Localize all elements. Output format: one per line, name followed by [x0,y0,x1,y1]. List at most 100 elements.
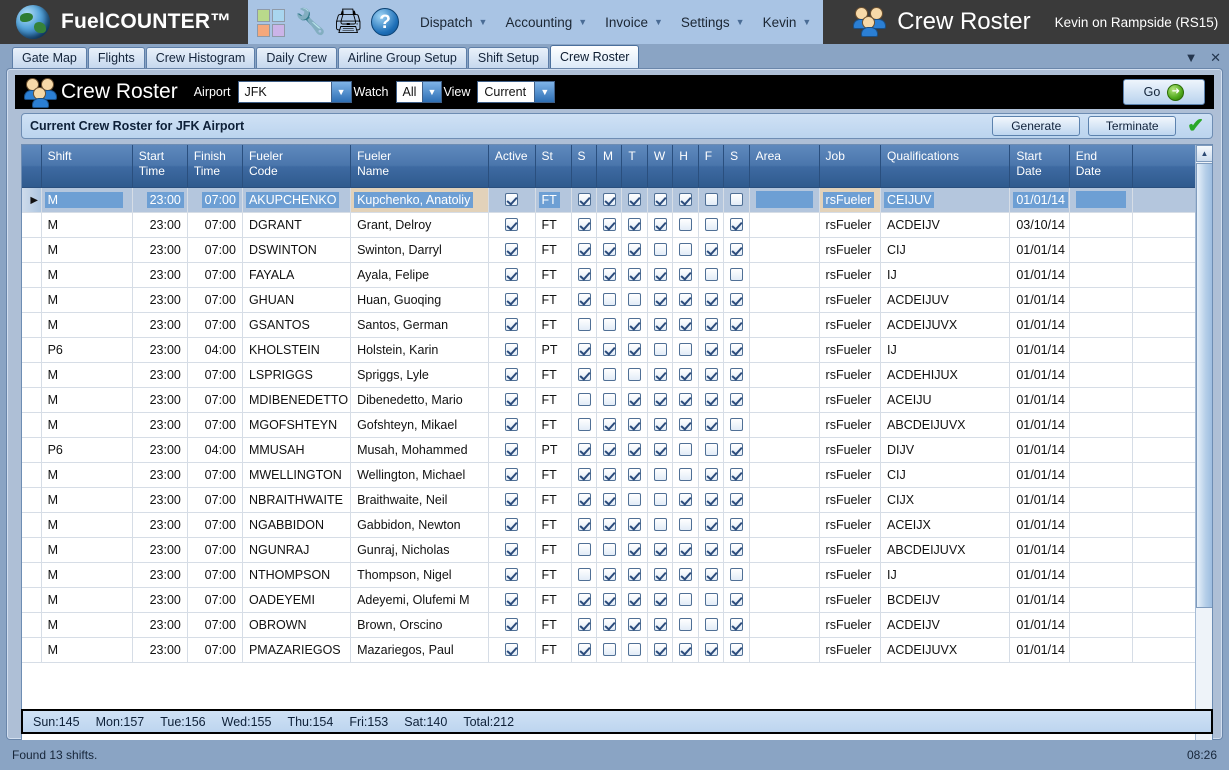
cell-shift[interactable]: M [41,187,133,213]
day-sat-checkbox[interactable] [730,642,744,656]
cell-st[interactable]: FT [535,387,572,413]
day-mon-checkbox[interactable] [602,617,616,631]
cell-end-date[interactable] [1069,512,1134,538]
cell-fueler-code[interactable]: MGOFSHTEYN [242,412,352,438]
day-wed-checkbox[interactable] [653,367,667,381]
day-sun-checkbox[interactable] [577,517,591,531]
cell-fueler-code[interactable]: NGABBIDON [242,512,352,538]
cell-day-thu[interactable] [672,412,699,438]
cell-day-sat[interactable] [723,212,750,238]
cell-day-sun[interactable] [571,462,597,488]
day-fri-checkbox[interactable] [704,342,718,356]
cell-shift[interactable]: M [41,387,133,413]
cell-area[interactable] [749,612,820,638]
day-sun-checkbox[interactable] [577,417,591,431]
cell-start-time[interactable]: 23:00 [132,287,188,313]
day-fri-checkbox[interactable] [704,492,718,506]
cell-day-sun[interactable] [571,312,597,338]
day-mon-checkbox[interactable] [602,442,616,456]
cell-st[interactable]: FT [535,587,572,613]
cell-start-time[interactable]: 23:00 [132,587,188,613]
cell-area[interactable] [749,187,820,213]
cell-day-fri[interactable] [698,312,725,338]
day-sun-checkbox[interactable] [577,392,591,406]
cell-day-sun[interactable] [571,237,597,263]
cell-filler[interactable] [1132,612,1197,638]
cell-shift[interactable]: P6 [41,437,133,463]
day-tue-checkbox[interactable] [628,267,642,281]
view-select[interactable]: Current ▼ [477,81,556,103]
day-tue-checkbox[interactable] [628,517,642,531]
cell-end-date[interactable] [1069,562,1134,588]
minimize-icon[interactable]: ▼ [1185,50,1198,65]
day-sun-checkbox[interactable] [577,592,591,606]
cell-st[interactable]: FT [535,462,572,488]
th-day-tue[interactable]: T [621,145,648,188]
cell-day-thu[interactable] [672,287,699,313]
cell-start-date[interactable]: 01/01/14 [1009,562,1070,588]
row-marker[interactable] [22,287,42,313]
cell-fueler-code[interactable]: KHOLSTEIN [242,337,352,363]
menu-kevin[interactable]: Kevin [749,15,803,30]
cell-fueler-code[interactable]: DGRANT [242,212,352,238]
active-checkbox[interactable] [505,267,519,281]
cell-start-time[interactable]: 23:00 [132,387,188,413]
cell-start-time[interactable]: 23:00 [132,637,188,663]
cell-qualifications[interactable]: ACEIJU [880,387,1011,413]
go-button[interactable]: Go ➜ [1123,79,1205,105]
cell-active[interactable] [488,387,536,413]
table-row[interactable]: M 23:00 07:00 FAYALA Ayala, Felipe FT rsFueler… [22,262,1197,288]
cell-day-wed[interactable] [647,362,674,388]
cell-area[interactable] [749,387,820,413]
cell-fueler-name[interactable]: Huan, Guoqing [350,287,489,313]
cell-end-date[interactable] [1069,487,1134,513]
active-checkbox[interactable] [505,342,519,356]
day-fri-checkbox[interactable] [704,567,718,581]
active-checkbox[interactable] [505,292,519,306]
cell-day-sat[interactable] [723,237,750,263]
cell-day-wed[interactable] [647,637,674,663]
cell-day-tue[interactable] [621,237,648,263]
cell-day-sat[interactable] [723,512,750,538]
cell-day-wed[interactable] [647,287,674,313]
th-fueler-code[interactable]: Fueler Code [242,145,352,188]
cell-finish-time[interactable]: 04:00 [187,437,243,463]
cell-active[interactable] [488,337,536,363]
cell-shift[interactable]: M [41,237,133,263]
cell-qualifications[interactable]: ACDEIJV [880,212,1011,238]
cell-job[interactable]: rsFueler [819,612,882,638]
cell-start-date[interactable]: 01/01/14 [1009,362,1070,388]
help-icon[interactable]: ? [371,6,403,38]
day-thu-checkbox[interactable] [679,517,693,531]
cell-day-thu[interactable] [672,462,699,488]
cell-job[interactable]: rsFueler [819,587,882,613]
cell-finish-time[interactable]: 07:00 [187,362,243,388]
cell-day-wed[interactable] [647,437,674,463]
cell-day-fri[interactable] [698,212,725,238]
cell-day-fri[interactable] [698,637,725,663]
row-marker[interactable] [22,637,42,663]
cell-day-fri[interactable] [698,237,725,263]
tab-daily-crew[interactable]: Daily Crew [256,47,337,68]
cell-start-time[interactable]: 23:00 [132,237,188,263]
cell-qualifications[interactable]: ACDEHIJUX [880,362,1011,388]
day-thu-checkbox[interactable] [679,267,693,281]
cell-day-wed[interactable] [647,587,674,613]
crew-roster-grid[interactable]: Shift Start Time Finish Time Fueler Code… [21,144,1213,766]
cell-shift[interactable]: M [41,562,133,588]
cell-day-sun[interactable] [571,212,597,238]
cell-st[interactable]: FT [535,412,572,438]
cell-day-mon[interactable] [596,412,623,438]
day-fri-checkbox[interactable] [704,642,718,656]
th-qualifications[interactable]: Qualifications [880,145,1011,188]
menu-settings[interactable]: Settings [667,15,736,30]
cell-start-time[interactable]: 23:00 [132,187,188,213]
tab-crew-roster[interactable]: Crew Roster [550,45,640,68]
tab-flights[interactable]: Flights [87,47,145,68]
cell-day-mon[interactable] [596,362,623,388]
cell-job[interactable]: rsFueler [819,637,882,663]
cell-qualifications[interactable]: DIJV [880,437,1011,463]
cell-start-time[interactable]: 23:00 [132,487,188,513]
day-thu-checkbox[interactable] [679,467,693,481]
day-mon-checkbox[interactable] [602,342,616,356]
